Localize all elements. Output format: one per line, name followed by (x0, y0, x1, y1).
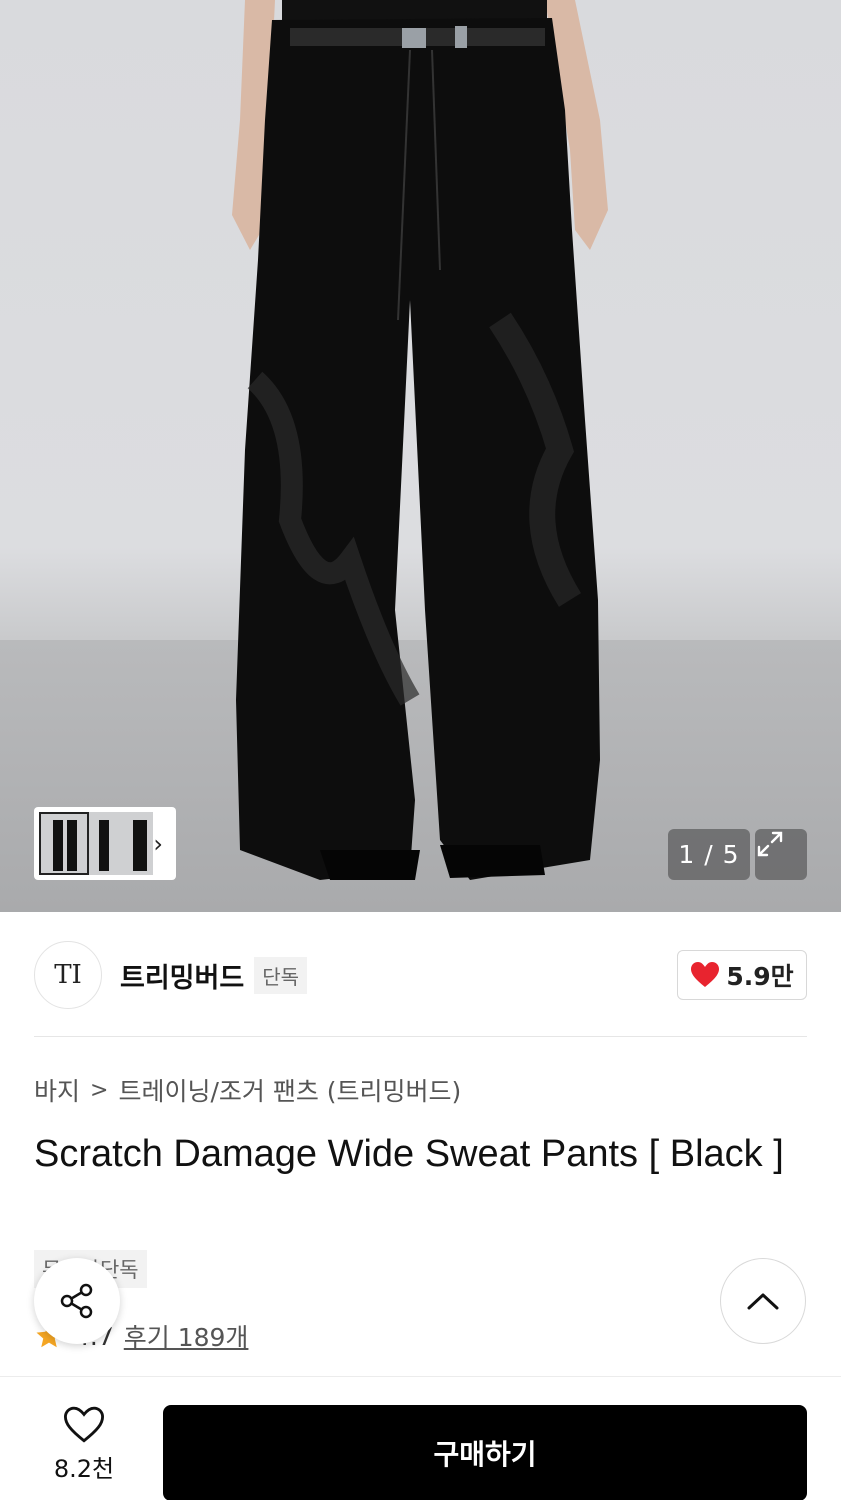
brand-logo[interactable]: TI (34, 941, 102, 1009)
brand-row: TI 트리밍버드 단독 5.9만 (34, 940, 807, 1010)
thumbnail-3[interactable] (120, 812, 154, 875)
brand-like-count: 5.9만 (726, 962, 794, 991)
buy-button[interactable]: 구매하기 (163, 1405, 807, 1500)
wishlist-button[interactable]: 8.2천 (34, 1405, 134, 1491)
thumbnail-1[interactable] (39, 812, 89, 875)
chevron-right-icon[interactable]: › (153, 832, 163, 856)
chevron-right-icon: > (90, 1077, 109, 1103)
share-button[interactable] (34, 1258, 120, 1344)
image-counter: 1 / 5 (668, 829, 750, 880)
product-title: Scratch Damage Wide Sweat Pants [ Black … (34, 1133, 784, 1175)
exclusive-tag: 단독 (254, 956, 308, 994)
expand-icon (757, 831, 783, 857)
heart-filled-icon (691, 962, 720, 987)
wishlist-count: 8.2천 (53, 1455, 115, 1483)
expand-button[interactable] (755, 829, 807, 880)
breadcrumb-category[interactable]: 바지 (34, 1072, 80, 1108)
thumbnail-2[interactable] (88, 812, 121, 875)
breadcrumb: 바지 > 트레이닝/조거 팬츠 (트리밍버드) (34, 1072, 461, 1108)
reviews-link[interactable]: 후기 189개 (124, 1318, 249, 1354)
thumbnail-strip[interactable]: › (34, 807, 176, 880)
chevron-up-icon (747, 1293, 779, 1310)
brand-like-button[interactable]: 5.9만 (677, 950, 807, 1000)
heart-outline-icon (63, 1406, 105, 1443)
scroll-top-button[interactable] (720, 1258, 806, 1344)
breadcrumb-subcategory[interactable]: 트레이닝/조거 팬츠 (트리밍버드) (118, 1072, 461, 1108)
bottom-action-bar: 8.2천 구매하기 (0, 1376, 841, 1500)
product-image[interactable]: › 1 / 5 (0, 0, 841, 912)
share-icon (60, 1283, 93, 1319)
pants-illustration (232, 0, 608, 880)
divider (34, 1036, 807, 1037)
brand-name[interactable]: 트리밍버드 (120, 956, 244, 995)
